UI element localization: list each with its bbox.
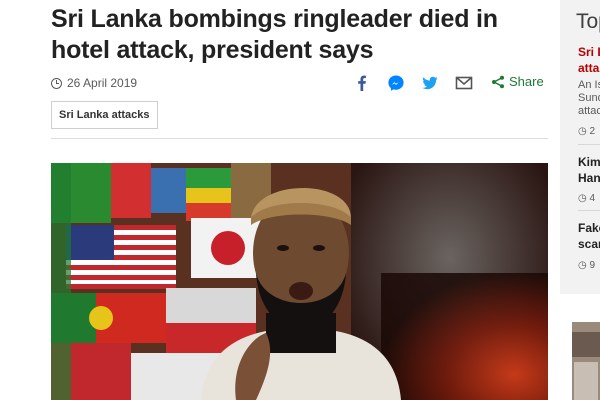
hero-image-illustration [51, 163, 548, 400]
clock-icon: ◷ [578, 126, 590, 137]
story-2-title-line-1[interactable]: Kim [578, 154, 600, 170]
story-2-title-line-2[interactable]: Han [578, 170, 600, 186]
top-stories-sidebar: Top Sri L atta An Is Sund attac ◷ 2 Kim … [560, 0, 600, 294]
share-icon [492, 75, 504, 88]
story-1-summary-line-2: Sund [578, 92, 600, 104]
top-stories-heading: Top [576, 10, 600, 33]
sidebar-thumbnail-image[interactable] [572, 322, 600, 400]
story-1-title-line-1[interactable]: Sri L [578, 44, 600, 60]
clock-icon: ◷ [578, 260, 590, 271]
email-icon[interactable] [455, 74, 473, 92]
share-label: Share [509, 74, 544, 89]
story-divider [578, 144, 600, 145]
clock-icon: ◷ [578, 193, 590, 204]
share-button[interactable]: Share [491, 74, 544, 89]
story-2-meta: ◷ 4 [578, 193, 596, 204]
story-1-meta: ◷ 2 [578, 126, 596, 137]
story-3-meta: ◷ 9 [578, 260, 596, 271]
topic-tag[interactable]: Sri Lanka attacks [51, 101, 158, 129]
story-3-title-line-1[interactable]: Fake [578, 220, 600, 236]
story-3-title-line-2[interactable]: scan [578, 236, 600, 252]
publish-date: 26 April 2019 [51, 76, 137, 90]
story-1-summary-line-3: attac [578, 105, 600, 117]
article-meta-row: 26 April 2019 Share [51, 73, 548, 93]
story-1-summary-line-1: An Is [578, 79, 600, 91]
publish-date-text: 26 April 2019 [67, 76, 138, 90]
divider [51, 138, 548, 139]
article-headline: Sri Lanka bombings ringleader died in ho… [51, 5, 498, 64]
story-divider [578, 210, 600, 211]
facebook-icon[interactable] [353, 74, 371, 92]
messenger-icon[interactable] [387, 74, 405, 92]
twitter-icon[interactable] [421, 74, 439, 92]
story-1-title-line-2[interactable]: atta [578, 60, 599, 76]
hero-image [51, 163, 548, 400]
clock-icon [51, 77, 62, 89]
